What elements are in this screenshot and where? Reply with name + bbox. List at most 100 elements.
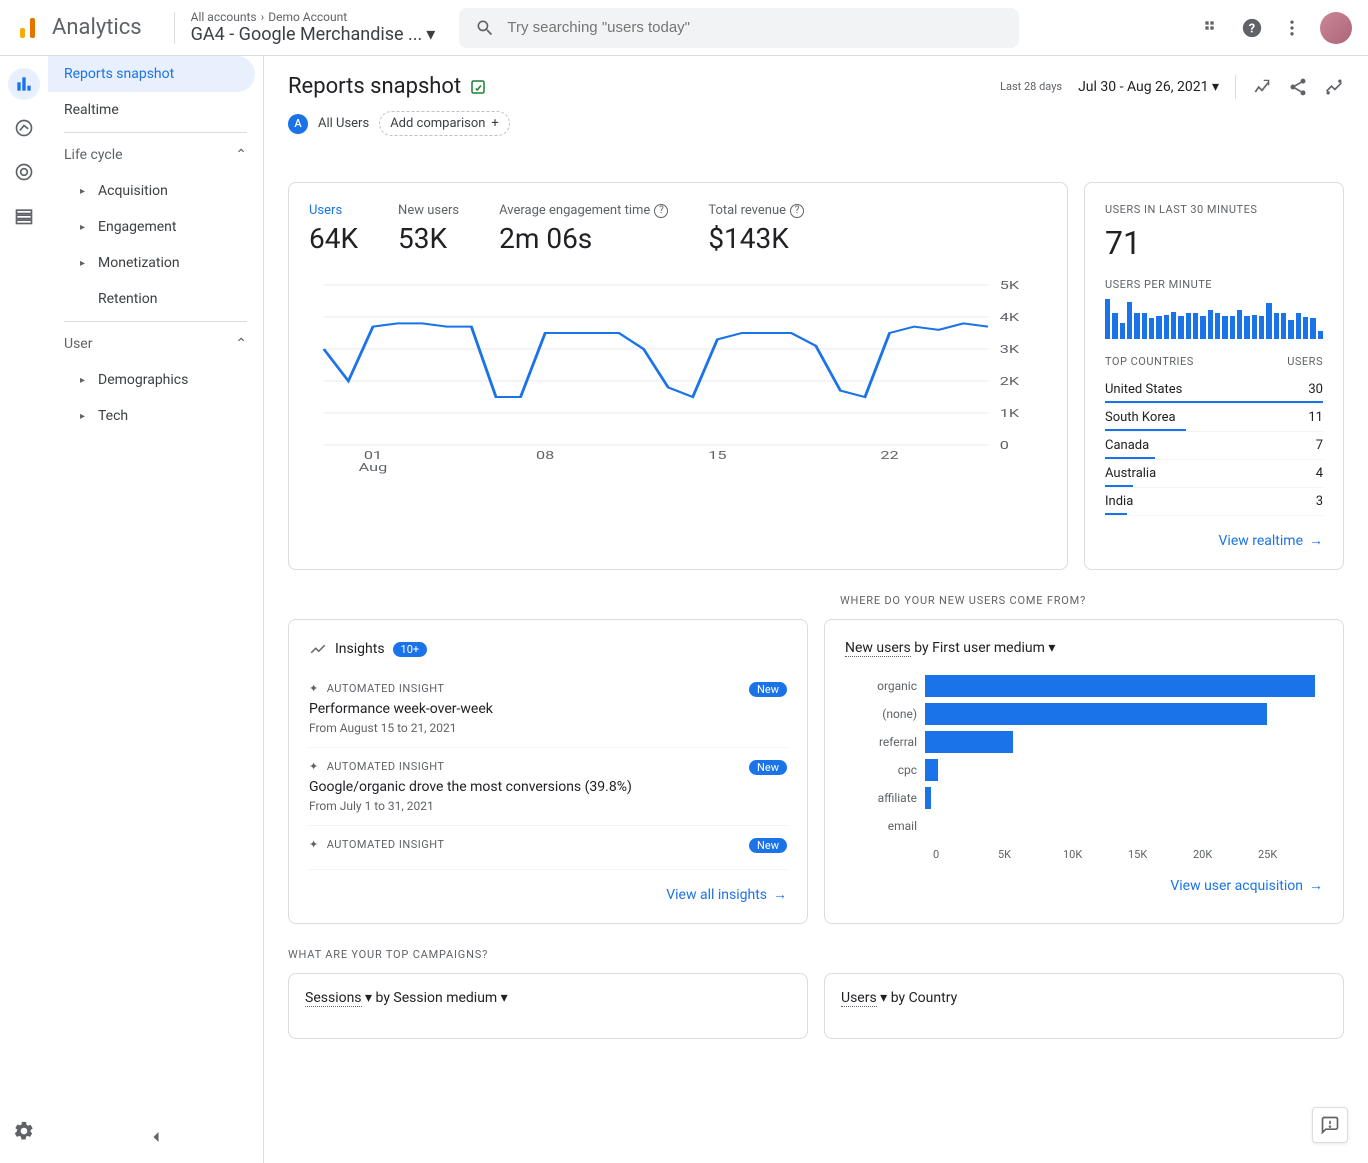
rt-country-row[interactable]: Canada7	[1105, 432, 1323, 460]
rt-countries-list: United States30South Korea11Canada7Austr…	[1105, 376, 1323, 516]
view-realtime-link[interactable]: View realtime →	[1219, 532, 1323, 549]
caret-down-icon: ▾	[426, 24, 435, 45]
caret-down-icon: ▾	[1048, 640, 1055, 656]
sidebar-item-reports-snapshot[interactable]: Reports snapshot	[48, 56, 255, 92]
realtime-card: USERS IN LAST 30 MINUTES 71 USERS PER MI…	[1084, 182, 1344, 570]
page-title: Reports snapshot	[288, 74, 461, 99]
rt-countries-header: TOP COUNTRIES	[1105, 355, 1194, 368]
svg-text:3K: 3K	[1000, 343, 1020, 356]
insight-item[interactable]: ✦ AUTOMATED INSIGHT New	[309, 826, 787, 870]
svg-text:22: 22	[880, 449, 898, 462]
more-icon[interactable]	[1280, 16, 1304, 40]
sidebar-section-lifecycle[interactable]: Life cycle ⌃	[48, 137, 263, 173]
sparkle-icon: ✦	[309, 682, 319, 695]
nav-rail	[0, 56, 48, 1163]
rt-country-row[interactable]: India3	[1105, 488, 1323, 516]
new-users-card: New users by First user medium ▾ organic…	[824, 619, 1344, 924]
section-heading-campaigns: WHAT ARE YOUR TOP CAMPAIGNS?	[264, 948, 1368, 973]
add-comparison-button[interactable]: Add comparison +	[379, 111, 510, 136]
svg-text:Aug: Aug	[359, 461, 388, 474]
customize-report-icon[interactable]	[469, 78, 487, 96]
hbar-row: referral	[845, 728, 1323, 756]
view-all-insights-link[interactable]: View all insights →	[666, 886, 787, 903]
nav-reports-icon[interactable]	[8, 68, 40, 100]
sidebar-item-acquisition[interactable]: ▸Acquisition	[48, 173, 255, 209]
apps-icon[interactable]	[1200, 16, 1224, 40]
collapse-sidebar-icon[interactable]	[146, 1127, 166, 1147]
metric-users[interactable]: Users 64K	[309, 203, 358, 255]
hbar-axis: 05K10K15K20K25K	[845, 848, 1323, 861]
caret-right-icon: ▸	[80, 258, 90, 269]
svg-text:0: 0	[1000, 439, 1009, 452]
dimension-picker[interactable]: New users by First user medium ▾	[845, 640, 1323, 656]
rt-country-row[interactable]: United States30	[1105, 376, 1323, 404]
search-box[interactable]	[459, 8, 1019, 48]
hbar-row: (none)	[845, 700, 1323, 728]
sidebar-item-realtime[interactable]: Realtime	[48, 92, 255, 128]
rt-per-minute-label: USERS PER MINUTE	[1105, 278, 1323, 291]
help-icon[interactable]: ?	[790, 204, 804, 218]
help-icon[interactable]: ?	[1240, 16, 1264, 40]
sidebar-section-user[interactable]: User ⌃	[48, 326, 263, 362]
svg-text:15: 15	[708, 449, 726, 462]
section-heading-new-users: WHERE DO YOUR NEW USERS COME FROM?	[264, 594, 1368, 619]
new-badge: New	[749, 682, 787, 697]
hbar-row: affiliate	[845, 784, 1323, 812]
dimension-picker[interactable]: Users ▾ by Country	[841, 990, 1327, 1006]
sparkle-icon: ✦	[309, 760, 319, 773]
metric-revenue[interactable]: Total revenue ? $143K	[708, 203, 804, 255]
main-content: Reports snapshot Last 28 days Jul 30 - A…	[264, 56, 1368, 1163]
sidebar-item-retention[interactable]: Retention	[48, 281, 255, 317]
new-users-bar-chart: organic (none) referral cpc affiliate em…	[845, 672, 1323, 840]
sidebar-item-tech[interactable]: ▸Tech	[48, 398, 255, 434]
new-badge: New	[749, 838, 787, 853]
sessions-by-medium-card: Sessions ▾ by Session medium ▾	[288, 973, 808, 1039]
settings-icon[interactable]	[8, 1115, 40, 1147]
svg-text:2K: 2K	[1000, 375, 1020, 388]
insights-card: Insights 10+ ✦ AUTOMATED INSIGHT New Per…	[288, 619, 808, 924]
avatar[interactable]	[1320, 12, 1352, 44]
new-badge: New	[749, 760, 787, 775]
edit-comparisons-icon[interactable]	[1252, 77, 1272, 97]
chevron-up-icon: ⌃	[235, 336, 247, 352]
view-user-acquisition-link[interactable]: View user acquisition →	[1170, 877, 1323, 894]
caret-right-icon: ▸	[80, 375, 90, 386]
hbar-row: email	[845, 812, 1323, 840]
segment-badge[interactable]: A	[288, 114, 308, 134]
search-input[interactable]	[507, 19, 1003, 36]
nav-configure-icon[interactable]	[8, 200, 40, 232]
feedback-button[interactable]	[1312, 1107, 1348, 1143]
rt-country-row[interactable]: South Korea11	[1105, 404, 1323, 432]
help-icon[interactable]: ?	[654, 204, 668, 218]
account-picker[interactable]: All accounts › Demo Account GA4 - Google…	[191, 10, 436, 45]
arrow-right-icon: →	[773, 886, 787, 903]
metric-new-users[interactable]: New users 53K	[398, 203, 459, 255]
hbar-row: organic	[845, 672, 1323, 700]
date-range-picker[interactable]: Jul 30 - Aug 26, 2021 ▾	[1078, 79, 1219, 95]
nav-explore-icon[interactable]	[8, 112, 40, 144]
insight-item[interactable]: ✦ AUTOMATED INSIGHT New Performance week…	[309, 670, 787, 748]
caret-right-icon: ▸	[80, 186, 90, 197]
segments-bar: A All Users Add comparison +	[264, 111, 1368, 152]
share-icon[interactable]	[1288, 77, 1308, 97]
users-by-country-card: Users ▾ by Country	[824, 973, 1344, 1039]
analytics-logo-icon	[16, 16, 40, 40]
nav-advertising-icon[interactable]	[8, 156, 40, 188]
plus-icon: +	[491, 116, 498, 131]
dimension-picker[interactable]: Sessions ▾ by Session medium ▾	[305, 990, 791, 1006]
users-per-minute-chart	[1105, 299, 1323, 339]
segment-all-users[interactable]: All Users	[318, 116, 369, 131]
sidebar-item-demographics[interactable]: ▸Demographics	[48, 362, 255, 398]
app-header: Analytics All accounts › Demo Account GA…	[0, 0, 1368, 56]
sidebar-item-monetization[interactable]: ▸Monetization	[48, 245, 255, 281]
logo[interactable]: Analytics	[16, 15, 142, 40]
rt-country-row[interactable]: Australia4	[1105, 460, 1323, 488]
metric-engagement-time[interactable]: Average engagement time ? 2m 06s	[499, 203, 668, 255]
insights-icon[interactable]	[1324, 77, 1344, 97]
sidebar: Reports snapshot Realtime Life cycle ⌃ ▸…	[48, 56, 264, 1163]
insights-title: Insights	[335, 641, 385, 657]
rt-title: USERS IN LAST 30 MINUTES	[1105, 203, 1323, 216]
insight-item[interactable]: ✦ AUTOMATED INSIGHT New Google/organic d…	[309, 748, 787, 826]
arrow-right-icon: →	[1309, 877, 1323, 894]
sidebar-item-engagement[interactable]: ▸Engagement	[48, 209, 255, 245]
